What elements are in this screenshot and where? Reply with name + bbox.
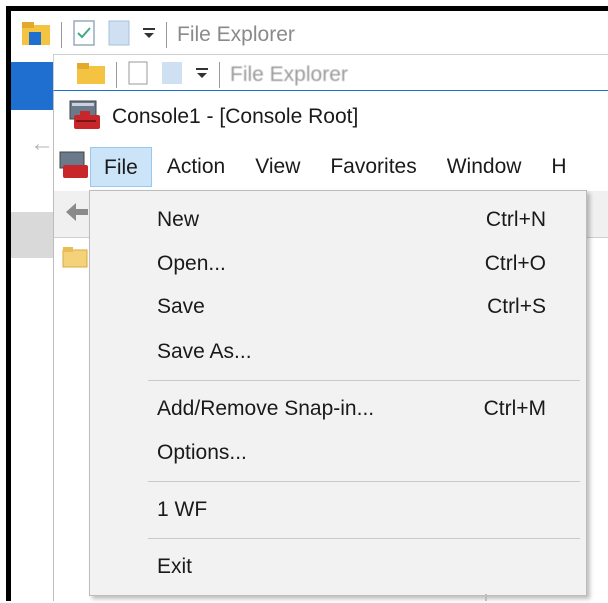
mmc-console-icon[interactable]: [68, 99, 102, 136]
properties-icon[interactable]: [127, 61, 149, 90]
folder-icon[interactable]: [21, 20, 51, 51]
menu-bar: File Action View Favorites Window H: [54, 143, 608, 191]
file-explorer-titlebar: File Explorer: [11, 11, 608, 59]
menu-help[interactable]: H: [536, 147, 581, 187]
menu-favorites[interactable]: Favorites: [315, 147, 431, 187]
file-explorer-titlebar: File Explorer: [53, 54, 608, 95]
separator: [116, 62, 117, 88]
menu-item-label: Options...: [157, 441, 247, 464]
menu-item-open[interactable]: Open... Ctrl+O: [90, 244, 586, 284]
file-menu-dropdown: New Ctrl+N Open... Ctrl+O Save Ctrl+S Sa…: [89, 190, 587, 596]
menu-file[interactable]: File: [90, 147, 152, 187]
window-title: File Explorer: [230, 63, 348, 86]
back-arrow-icon[interactable]: [64, 201, 90, 228]
menu-item-shortcut: Ctrl+O: [484, 252, 546, 275]
menu-separator: [148, 538, 580, 539]
folder-icon[interactable]: [62, 246, 88, 273]
menu-separator: [148, 481, 580, 482]
menu-item-label: Exit: [157, 555, 193, 578]
properties-icon[interactable]: [72, 19, 96, 51]
mmc-console-icon[interactable]: [58, 150, 90, 185]
menu-action[interactable]: Action: [152, 147, 240, 187]
new-folder-icon[interactable]: [161, 61, 183, 90]
menu-item-label: New: [157, 208, 200, 231]
separator: [219, 62, 220, 88]
separator: [166, 22, 167, 48]
menu-item-save-as[interactable]: Save As...: [90, 332, 586, 372]
menu-item-recent-file[interactable]: 1 WF: [90, 490, 586, 530]
menu-item-shortcut: Ctrl+S: [487, 295, 546, 318]
dropdown-arrow-icon[interactable]: [195, 66, 209, 85]
ribbon-file-tab[interactable]: [11, 62, 53, 110]
folder-icon[interactable]: [76, 61, 106, 90]
nav-pane-item[interactable]: [11, 212, 53, 258]
menu-view[interactable]: View: [240, 147, 315, 187]
menu-item-shortcut: Ctrl+N: [485, 208, 546, 231]
separator: [61, 22, 62, 48]
window-title: File Explorer: [177, 23, 295, 46]
menu-item-add-remove-snap-in[interactable]: Add/Remove Snap-in... Ctrl+M: [90, 389, 586, 429]
menu-item-label: Open...: [157, 252, 226, 275]
console-titlebar: Console1 - [Console Root]: [54, 91, 608, 143]
menu-item-options[interactable]: Options...: [90, 433, 586, 473]
menu-item-save[interactable]: Save Ctrl+S: [90, 287, 586, 327]
menu-item-exit[interactable]: Exit: [90, 547, 586, 587]
back-arrow-icon[interactable]: ←: [30, 130, 54, 158]
menu-item-label: Save: [157, 295, 205, 318]
new-folder-icon[interactable]: [108, 20, 130, 51]
menu-item-label: Add/Remove Snap-in...: [157, 397, 375, 420]
menu-item-shortcut: Ctrl+M: [483, 397, 546, 420]
dropdown-arrow-icon[interactable]: [142, 26, 156, 45]
pane-divider: [485, 594, 487, 601]
menu-item-label: Save As...: [157, 340, 252, 363]
menu-separator: [148, 380, 580, 381]
console-title: Console1 - [Console Root]: [112, 105, 359, 128]
menu-item-new[interactable]: New Ctrl+N: [90, 200, 586, 240]
menu-window[interactable]: Window: [432, 147, 537, 187]
menu-item-label: 1 WF: [157, 498, 208, 521]
